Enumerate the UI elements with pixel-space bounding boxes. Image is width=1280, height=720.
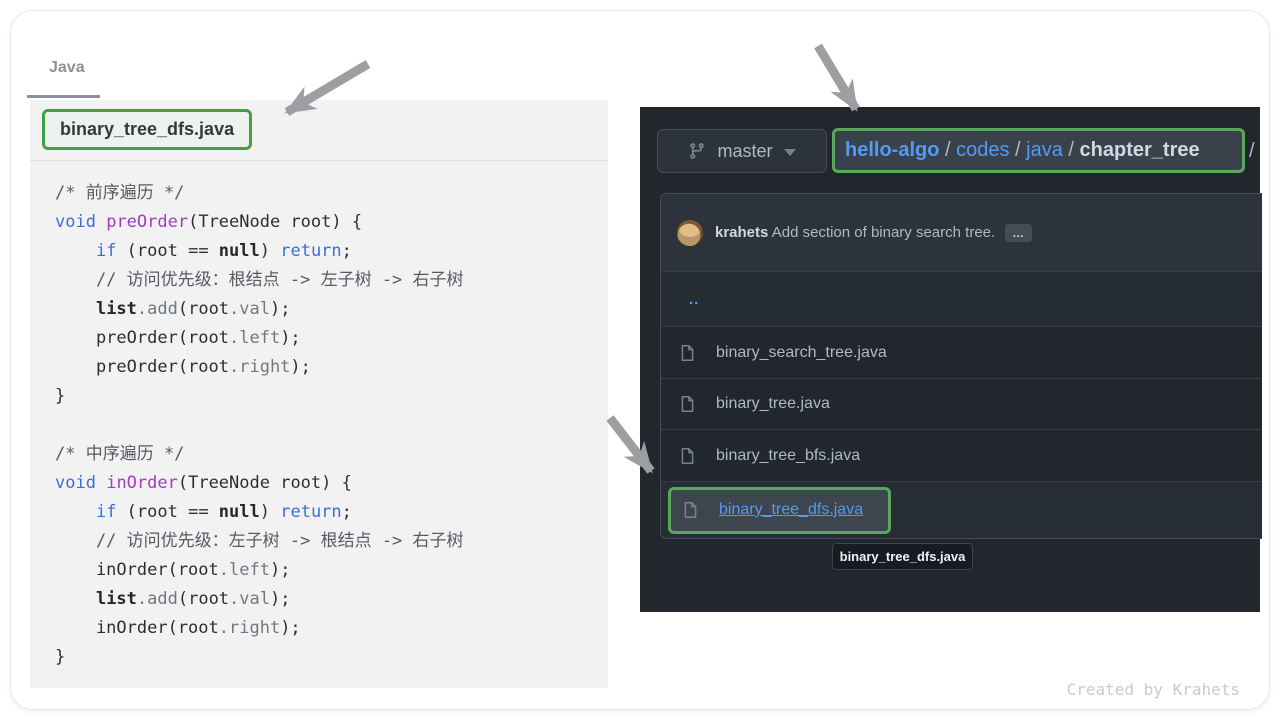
code-line: list.add(root.val);	[55, 585, 608, 614]
breadcrumb-segment-java[interactable]: java	[1026, 139, 1063, 162]
commit-more-button[interactable]: …	[1005, 224, 1032, 242]
breadcrumb-separator: /	[1063, 139, 1080, 162]
breadcrumb: hello-algo / codes / java / chapter_tree	[845, 139, 1200, 162]
parent-dir-link[interactable]: ..	[689, 291, 699, 308]
breadcrumb-separator: /	[1010, 139, 1027, 162]
code-line: inOrder(root.right);	[55, 614, 608, 643]
file-list: .. binary_search_tree.java binary_tree.jav…	[661, 271, 1262, 538]
code-line: list.add(root.val);	[55, 295, 608, 324]
file-link[interactable]: binary_search_tree.java	[716, 344, 887, 362]
code-line: inOrder(root.left);	[55, 556, 608, 585]
file-icon	[679, 394, 696, 414]
code-file-title: binary_tree_dfs.java	[60, 119, 234, 140]
file-title-annotation: binary_tree_dfs.java	[42, 109, 252, 150]
file-link[interactable]: binary_tree.java	[716, 395, 830, 413]
attribution-text: Created by Krahets	[1067, 680, 1240, 699]
github-panel: master hello-algo / codes / java / chapt…	[640, 107, 1260, 612]
tab-underline	[27, 95, 100, 98]
git-branch-icon	[688, 142, 706, 160]
file-icon	[679, 446, 696, 466]
file-annotation-box: binary_tree_dfs.java	[668, 487, 891, 534]
commit-author-link[interactable]: krahets	[715, 224, 768, 241]
code-line: }	[55, 382, 608, 411]
code-title-bar: binary_tree_dfs.java	[30, 100, 608, 161]
file-row[interactable]: binary_search_tree.java	[661, 326, 1262, 378]
breadcrumb-segment-hello-algo[interactable]: hello-algo	[845, 139, 939, 162]
code-line: /* 中序遍历 */	[55, 440, 608, 469]
file-row[interactable]: binary_tree_bfs.java	[661, 429, 1262, 481]
file-icon	[682, 500, 699, 520]
code-line: if (root == null) return;	[55, 498, 608, 527]
code-panel: binary_tree_dfs.java /* 前序遍历 */void preO…	[30, 100, 608, 688]
code-line: }	[55, 643, 608, 672]
file-link[interactable]: binary_tree_dfs.java	[719, 501, 863, 519]
code-line: if (root == null) return;	[55, 237, 608, 266]
code-line: // 访问优先级：左子树 -> 根结点 -> 右子树	[55, 527, 608, 556]
code-line: void preOrder(TreeNode root) {	[55, 208, 608, 237]
branch-name: master	[717, 141, 772, 162]
tab-java[interactable]: Java	[49, 59, 85, 77]
file-link[interactable]: binary_tree_bfs.java	[716, 447, 860, 465]
file-browser-card: krahets Add section of binary search tre…	[660, 193, 1262, 539]
code-line: // 访问优先级：根结点 -> 左子树 -> 右子树	[55, 266, 608, 295]
avatar[interactable]	[677, 220, 703, 246]
breadcrumb-segment-codes[interactable]: codes	[956, 139, 1009, 162]
code-line: /* 前序遍历 */	[55, 179, 608, 208]
breadcrumb-segment-chapter_tree: chapter_tree	[1080, 139, 1200, 162]
breadcrumb-annotation: hello-algo / codes / java / chapter_tree	[832, 128, 1245, 173]
file-row[interactable]: binary_tree_dfs.java	[661, 481, 1262, 538]
latest-commit-bar: krahets Add section of binary search tre…	[661, 194, 1262, 271]
breadcrumb-trailing-slash: /	[1249, 140, 1255, 163]
chevron-down-icon	[784, 149, 796, 156]
file-icon	[679, 343, 696, 363]
code-line: preOrder(root.right);	[55, 353, 608, 382]
code-line: void inOrder(TreeNode root) {	[55, 469, 608, 498]
file-row[interactable]: ..	[661, 271, 1262, 326]
breadcrumb-separator: /	[939, 139, 956, 162]
code-line: preOrder(root.left);	[55, 324, 608, 353]
commit-message[interactable]: Add section of binary search tree.	[772, 224, 995, 241]
branch-selector-button[interactable]: master	[657, 129, 827, 173]
file-row[interactable]: binary_tree.java	[661, 378, 1262, 429]
commit-text: krahets Add section of binary search tre…	[715, 224, 995, 241]
code-line	[55, 411, 608, 440]
file-tooltip: binary_tree_dfs.java	[832, 543, 973, 570]
code-block: /* 前序遍历 */void preOrder(TreeNode root) {…	[30, 161, 608, 672]
